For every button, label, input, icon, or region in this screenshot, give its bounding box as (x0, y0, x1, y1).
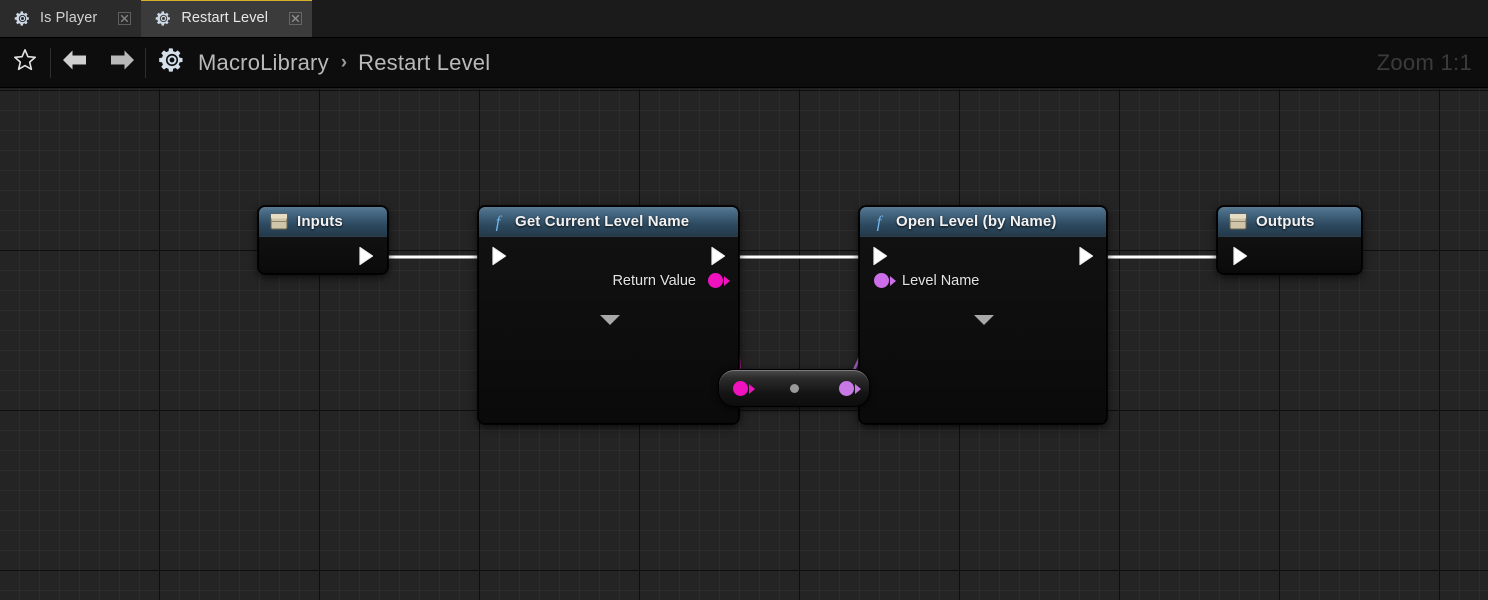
back-arrow-icon (61, 47, 89, 78)
chevron-down-icon[interactable] (974, 315, 994, 325)
node-header: f Open Level (by Name) (860, 207, 1106, 237)
node-body (259, 237, 387, 273)
svg-text:f: f (877, 213, 884, 231)
node-body: Level Name (860, 237, 1106, 423)
function-icon: f (490, 213, 506, 231)
pin-dot (733, 381, 748, 396)
tab-restart-level[interactable]: Restart Level (141, 0, 313, 37)
forward-button[interactable] (98, 38, 145, 88)
node-get-current-level-name[interactable]: f Get Current Level Name Return Value (478, 206, 739, 424)
pin-dot (839, 381, 854, 396)
pin-arrow-icon (890, 275, 896, 286)
tunnel-icon (1229, 213, 1247, 230)
breadcrumb-gear-button[interactable] (146, 38, 198, 88)
pin-arrow-icon (724, 275, 730, 286)
star-icon (12, 47, 38, 78)
exec-input-pin[interactable] (872, 246, 889, 266)
exec-output-pin[interactable] (358, 246, 375, 266)
forward-arrow-icon (108, 47, 136, 78)
node-inputs[interactable]: Inputs (258, 206, 388, 274)
node-body (1218, 237, 1361, 273)
blueprint-graph-canvas[interactable]: Inputs f Get Current Level Name Return V… (0, 89, 1488, 600)
tab-label: Is Player (40, 10, 98, 26)
pin-arrow-icon (749, 383, 755, 394)
conversion-input-pin[interactable] (733, 381, 755, 396)
wire-layer (374, 255, 1237, 389)
chevron-down-icon[interactable] (600, 315, 620, 325)
tab-bar: Is Player Restart Level (0, 0, 1488, 38)
gear-icon (14, 10, 31, 27)
gear-icon (155, 10, 172, 27)
favorite-button[interactable] (0, 38, 50, 88)
graph-toolbar: MacroLibrary › Restart Level Zoom 1:1 (0, 38, 1488, 88)
node-outputs[interactable]: Outputs (1217, 206, 1362, 274)
breadcrumb-separator: › (340, 51, 348, 73)
exec-output-pin[interactable] (1078, 246, 1095, 266)
node-string-to-name-conversion[interactable] (718, 369, 870, 407)
node-body: Return Value (479, 237, 738, 423)
breadcrumb: MacroLibrary › Restart Level (198, 50, 490, 76)
close-icon[interactable] (118, 11, 132, 25)
tab-label: Restart Level (181, 10, 269, 26)
node-title: Get Current Level Name (515, 213, 690, 230)
function-icon: f (871, 213, 887, 231)
node-title: Inputs (297, 213, 343, 230)
node-header: Outputs (1218, 207, 1361, 237)
exec-input-pin[interactable] (1232, 246, 1249, 266)
node-title: Open Level (by Name) (896, 213, 1057, 230)
tunnel-icon (270, 213, 288, 230)
pin-label-level-name: Level Name (902, 273, 980, 289)
breadcrumb-item-macrolibrary[interactable]: MacroLibrary (198, 50, 329, 76)
tab-is-player[interactable]: Is Player (0, 0, 142, 37)
exec-output-pin[interactable] (710, 246, 727, 266)
pin-dot (708, 273, 723, 288)
pin-label-return-value: Return Value (612, 273, 696, 289)
breadcrumb-item-restart-level[interactable]: Restart Level (358, 50, 490, 76)
pin-dot (874, 273, 889, 288)
pin-arrow-icon (855, 383, 861, 394)
back-button[interactable] (51, 38, 98, 88)
close-icon[interactable] (289, 11, 303, 25)
node-title: Outputs (1256, 213, 1315, 230)
zoom-level-label: Zoom 1:1 (1376, 49, 1472, 75)
conversion-center-dot (790, 384, 799, 393)
svg-text:f: f (496, 213, 503, 231)
node-header: Inputs (259, 207, 387, 237)
exec-input-pin[interactable] (491, 246, 508, 266)
input-pin-level-name[interactable] (874, 273, 896, 288)
conversion-output-pin[interactable] (839, 381, 861, 396)
gear-icon (158, 46, 186, 79)
output-pin-return-value[interactable] (708, 273, 730, 288)
node-header: f Get Current Level Name (479, 207, 738, 237)
node-open-level-by-name[interactable]: f Open Level (by Name) Level Name (859, 206, 1107, 424)
